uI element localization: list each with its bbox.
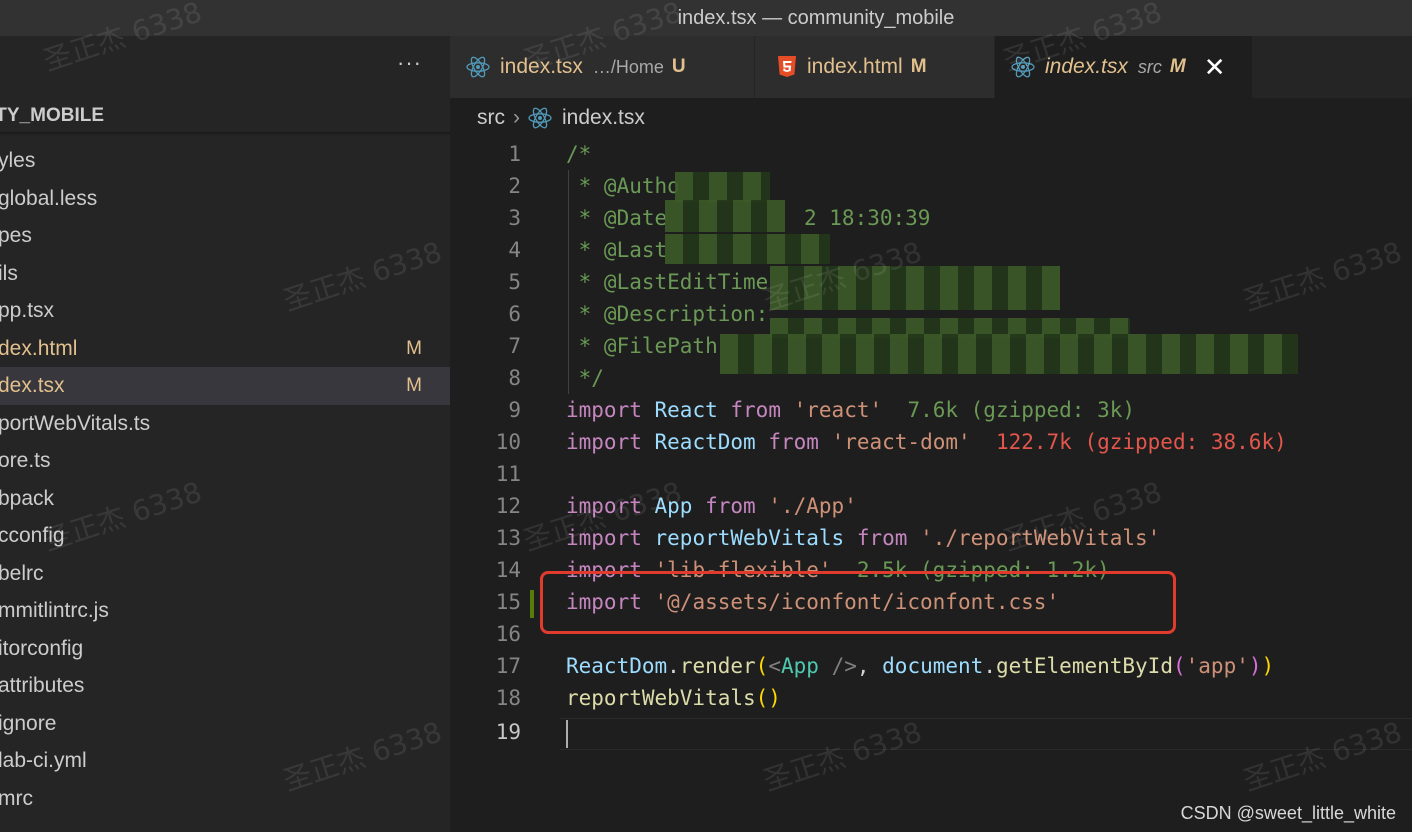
file-tree: yles global.less pes ils pp.tsx dex.html… [0,142,450,817]
text-cursor [566,720,568,748]
chevron-right-icon: › [513,106,520,129]
explorer-header: ··· [0,36,450,98]
file-tree-item[interactable]: cconfig [0,517,450,555]
file-tree-item[interactable]: lab-ci.yml [0,742,450,780]
tab-status: M [1169,56,1186,77]
more-actions-icon[interactable]: ··· [397,50,422,76]
tab-description: …/Home [592,56,664,77]
annotation-highlight-box [540,571,1176,634]
tab-description: src [1137,56,1162,77]
code-line: 4 * @Last [508,238,668,262]
react-icon [466,56,490,78]
breadcrumb-file[interactable]: index.tsx [562,106,645,130]
file-tree-item-modified[interactable]: dex.html M [0,330,450,368]
file-tree-item[interactable]: bpack [0,480,450,518]
tab-index-html[interactable]: index.html M [755,36,995,98]
file-tree-item[interactable]: pp.tsx [0,292,450,330]
breadcrumb: src › index.tsx [450,98,1412,138]
redacted-area [665,200,785,232]
code-line: 2 * @Autho [508,174,680,198]
file-tree-item-selected[interactable]: dex.tsx M [0,367,450,405]
file-tree-item[interactable]: global.less [0,180,450,218]
file-tree-item[interactable]: ignore [0,705,450,743]
title-bar: index.tsx — community_mobile [0,0,1412,36]
react-icon [528,107,552,129]
file-tree-item[interactable]: attributes [0,667,450,705]
redacted-area [665,234,830,264]
code-editor[interactable]: 1/* 2 * @Autho 3 * @Date 2 18:30:39 4 * @… [450,138,1412,832]
code-line: 12 import App from './App' [495,494,857,518]
code-line: 11 [495,462,521,486]
redacted-area [720,334,1298,374]
file-tree-item[interactable]: pes [0,217,450,255]
editor-tab-bar: index.tsx …/Home U index.html M index.ts… [450,36,1412,98]
explorer-section-title[interactable]: ITY_MOBILE [0,98,450,136]
redacted-area [675,172,770,202]
html5-icon [777,56,797,78]
git-added-gutter-marker [530,590,534,618]
redacted-area [770,266,1060,310]
breadcrumb-folder[interactable]: src [477,106,505,130]
modified-badge: M [406,337,422,359]
import-cost-label: 122.7k (gzipped: 38.6k) [995,430,1287,454]
explorer-sidebar: ··· ITY_MOBILE yles global.less pes ils … [0,36,450,832]
code-line: 17 ReactDom.render(<App />, document.getE… [495,654,1275,678]
file-tree-item[interactable]: yles [0,142,450,180]
code-line-current: 19 [495,720,521,744]
file-tree-item[interactable]: mrc [0,780,450,818]
tab-label: index.html [807,55,903,78]
tab-status: M [910,56,927,77]
file-tree-item[interactable]: mmitlintrc.js [0,592,450,630]
react-icon [1011,56,1035,78]
tab-label: index.tsx [1045,55,1128,78]
code-line: 10 import ReactDom from 'react-dom' 122.7… [495,430,1287,454]
close-icon[interactable]: ✕ [1204,52,1226,83]
code-line: 3 * @Date 2 18:30:39 [508,206,931,230]
file-tree-item[interactable]: belrc [0,555,450,593]
import-cost-label: 7.6k (gzipped: 3k) [907,398,1136,422]
credit-watermark: CSDN @sweet_little_white [1180,803,1396,823]
code-line: 18 reportWebVitals() [495,686,781,710]
tab-status: U [671,56,686,77]
tab-label: index.tsx [500,55,583,78]
modified-badge: M [406,375,422,396]
code-line: 1/* [508,142,592,166]
file-tree-item[interactable]: ore.ts [0,442,450,480]
tab-index-tsx-src[interactable]: index.tsx src M ✕ [995,36,1253,98]
file-tree-item[interactable]: portWebVitals.ts [0,405,450,443]
file-tree-item[interactable]: itorconfig [0,630,450,668]
file-tree-item[interactable]: ils [0,255,450,293]
window-title: index.tsx — community_mobile [677,6,955,29]
tab-index-tsx-home[interactable]: index.tsx …/Home U [450,36,755,98]
code-line: 9 import React from 'react' 7.6k (gzipped… [508,398,1136,422]
code-line: 13 import reportWebVitals from './reportW… [495,526,1161,550]
